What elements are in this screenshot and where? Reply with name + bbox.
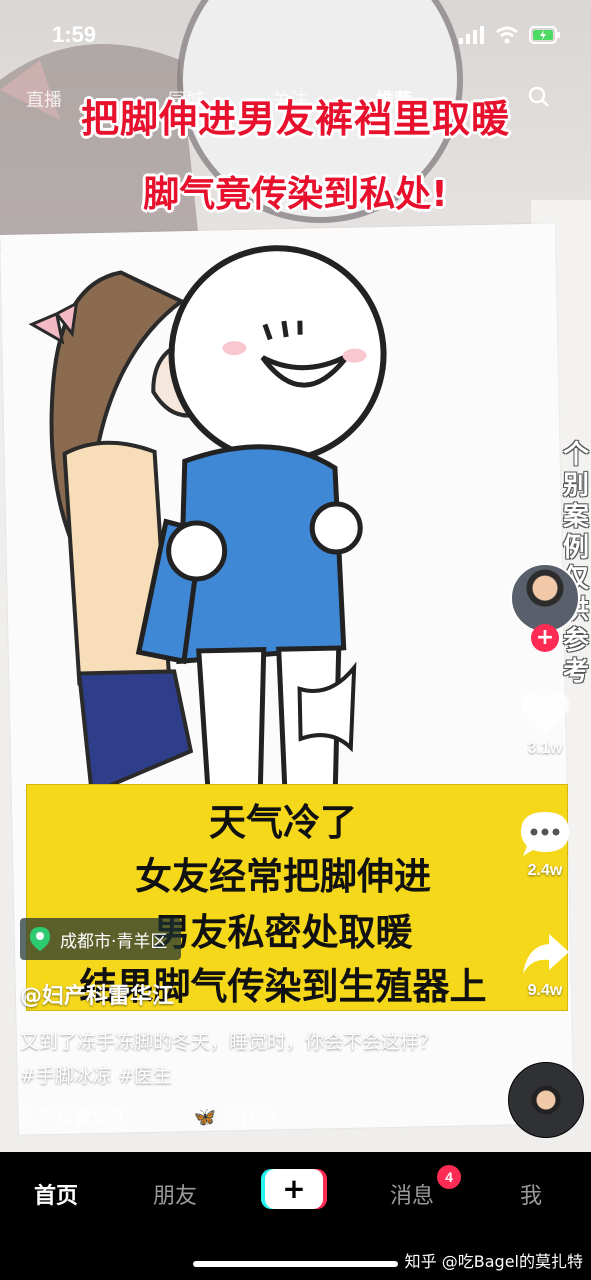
share-count: 9.4w — [527, 982, 563, 999]
video-frame — [0, 205, 591, 1155]
music-suffix: 创作的 — [221, 1108, 276, 1129]
video-headline-line2: 脚气竟传染到私处! — [143, 174, 448, 215]
comment-count: 2.4w — [527, 862, 563, 879]
share-button[interactable]: 9.4w — [505, 930, 585, 1000]
music-note-icon: ♪ — [20, 1106, 32, 1128]
disclaimer-char: 考 — [562, 657, 589, 687]
video-headline-line1: 把脚伸进男友裤裆里取暖 — [80, 97, 510, 141]
nav-home[interactable]: 首页 — [34, 1178, 78, 1210]
status-bar: 1:59 — [0, 22, 591, 62]
disclaimer-char: 参 — [562, 626, 589, 656]
disclaimer-char: 别 — [562, 471, 589, 501]
music-disc[interactable] — [508, 1062, 584, 1138]
location-tag[interactable]: 成都市·青羊区 — [20, 918, 182, 960]
location-pin-icon — [30, 927, 50, 951]
disclaimer-char: 案 — [562, 502, 589, 532]
caption-line: 天气冷了 — [209, 801, 357, 844]
disclaimer-char: 例 — [562, 533, 589, 563]
share-arrow-icon — [523, 934, 569, 974]
comment-button[interactable]: 2.4w — [505, 810, 585, 880]
wifi-icon — [496, 26, 518, 44]
author-avatar[interactable] — [510, 563, 580, 633]
butterfly-icon: 🦋 — [193, 1106, 216, 1128]
nav-messages[interactable]: 消息 — [390, 1178, 434, 1210]
home-indicator — [193, 1261, 398, 1267]
comment-icon — [521, 812, 569, 856]
status-time: 1:59 — [52, 22, 97, 47]
signal-icon — [459, 26, 484, 44]
nav-me[interactable]: 我 — [520, 1178, 542, 1210]
follow-button[interactable]: + — [531, 624, 559, 652]
like-count: 3.1w — [527, 740, 563, 757]
video-screen[interactable]: 1:59 直播 同城 关注 推荐 把脚伸进男友裤裆里取暖 脚气竟传染到私处! 个… — [0, 0, 591, 1280]
create-button[interactable]: + — [265, 1169, 323, 1209]
battery-icon — [529, 26, 560, 44]
music-info[interactable]: ♪ 产科雷华江 🦋 创作的 — [20, 1104, 276, 1130]
disclaimer-char: 个 — [562, 440, 589, 470]
watermark: 知乎 @吃Bagel的莫扎特 — [404, 1252, 583, 1271]
heart-icon — [521, 692, 569, 734]
like-button[interactable]: 3.1w — [505, 690, 585, 758]
location-text: 成都市·青羊区 — [60, 931, 168, 952]
author-name[interactable]: @妇产科雷华江 — [20, 978, 174, 1010]
caption-line: 女友经常把脚伸进 — [135, 855, 431, 898]
nav-friends[interactable]: 朋友 — [153, 1178, 197, 1210]
messages-badge: 4 — [437, 1165, 461, 1189]
video-description[interactable]: 又到了冻手冻脚的冬天，睡觉时，你会不会这样？#手脚冰凉 #医生 — [20, 1025, 440, 1093]
vertical-disclaimer: 个 别 案 例 仅 供 参 考 — [561, 440, 591, 688]
music-title: 产科雷华江 — [37, 1108, 128, 1129]
